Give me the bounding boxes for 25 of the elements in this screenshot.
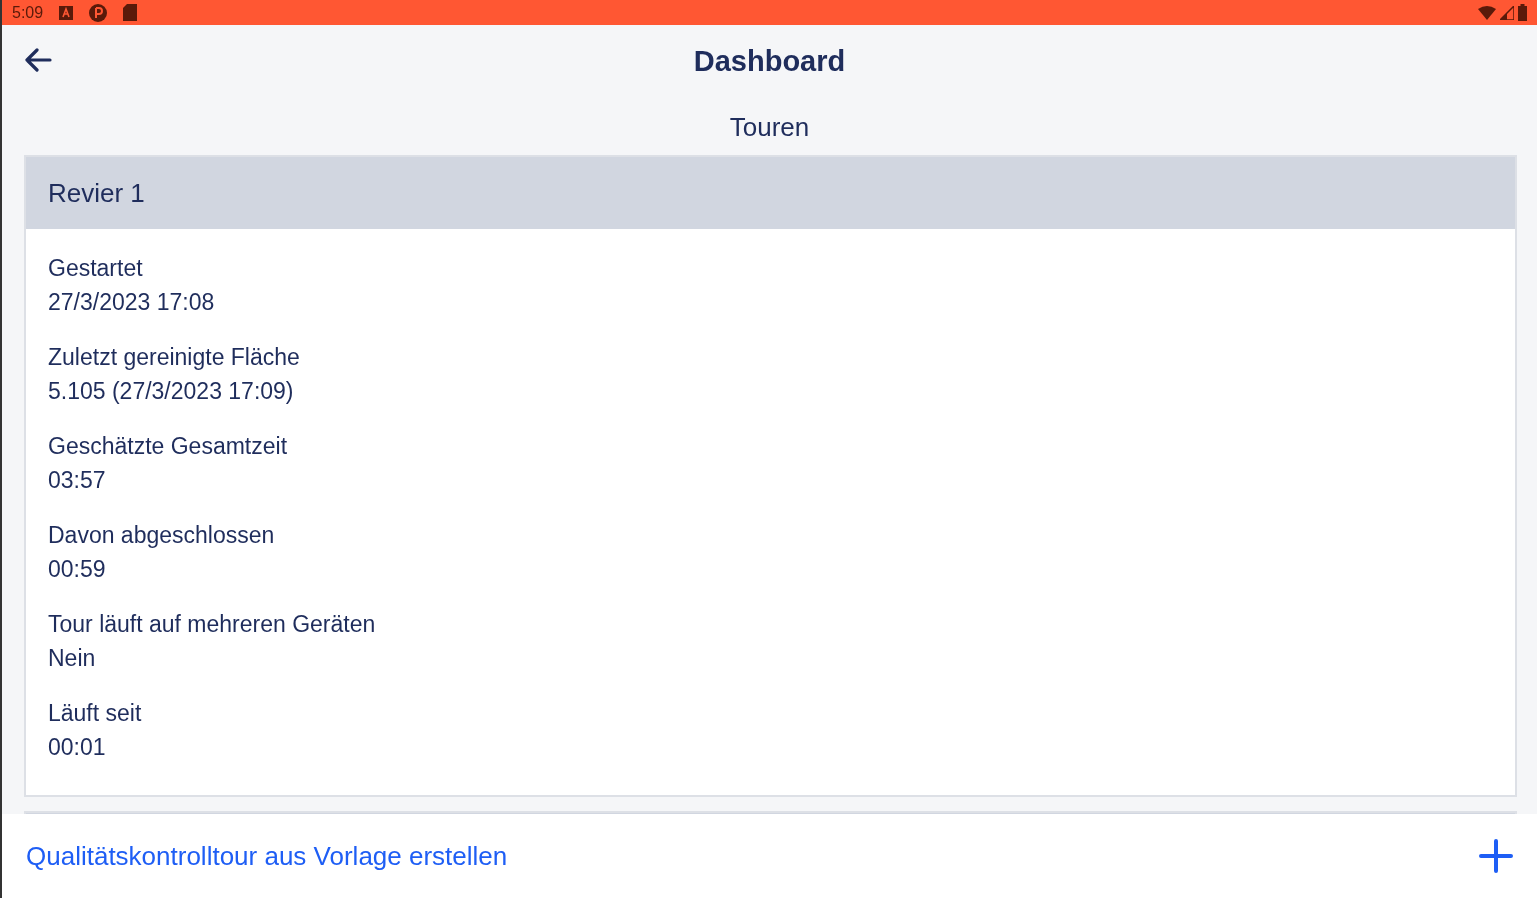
create-tour-link[interactable]: Qualitätskontrolltour aus Vorlage erstellen: [26, 836, 508, 876]
status-time: 5:09: [12, 2, 44, 23]
field-label: Gestartet: [48, 255, 143, 281]
tour-title: Revier 1: [48, 178, 145, 208]
app-icon: [89, 3, 108, 22]
add-button[interactable]: [1479, 839, 1513, 873]
field-value: 00:01: [48, 734, 106, 760]
field-label: Zuletzt gereinigte Fläche: [48, 344, 300, 370]
section-title: Touren: [729, 112, 810, 142]
field-value: Nein: [48, 645, 96, 671]
battery-icon: [1518, 4, 1527, 21]
field-label: Davon abgeschlossen: [48, 522, 275, 548]
sd-card-icon: [123, 4, 138, 21]
wifi-icon: [1478, 5, 1496, 20]
field-value: 27/3/2023 17:08: [48, 289, 215, 315]
notification-icon: [59, 5, 74, 20]
field-label: Tour läuft auf mehreren Geräten: [48, 611, 376, 637]
back-button[interactable]: [24, 47, 52, 72]
signal-icon: [1500, 5, 1514, 20]
field-value: 03:57: [48, 467, 106, 493]
field-value: 5.105 (27/3/2023 17:09): [48, 378, 294, 404]
field-value: 00:59: [48, 556, 106, 582]
field-label: Geschätzte Gesamtzeit: [48, 433, 288, 459]
page-title: Dashboard: [693, 44, 846, 80]
field-label: Läuft seit: [48, 700, 142, 726]
